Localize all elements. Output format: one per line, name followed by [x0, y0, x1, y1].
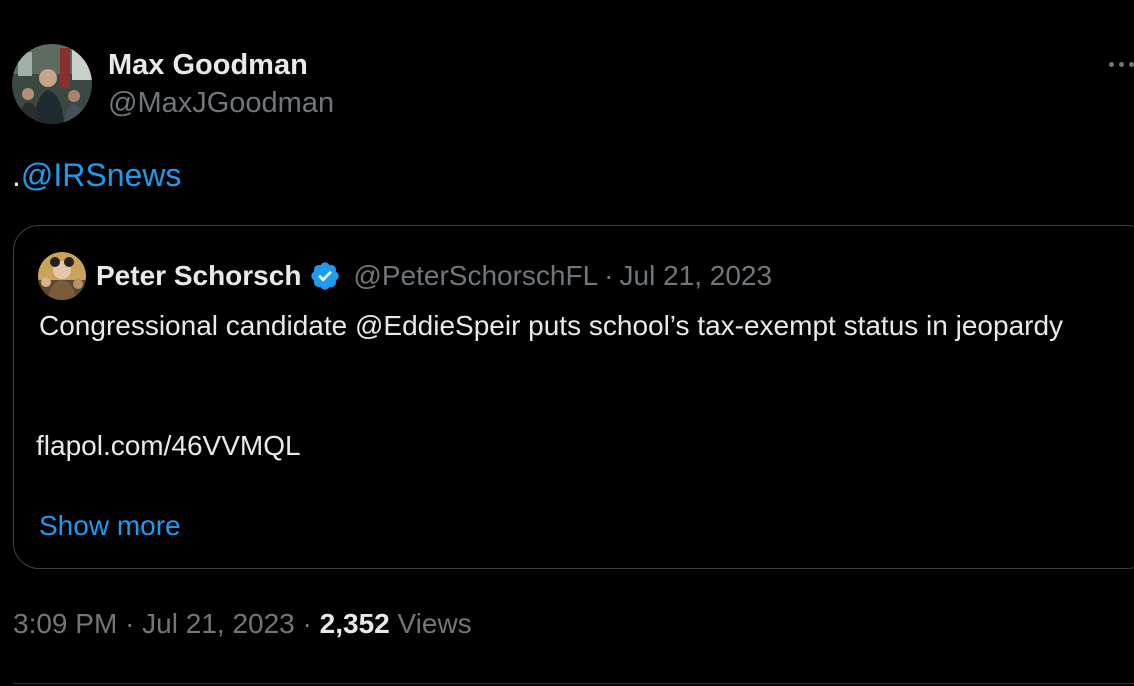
tweet-text-prefix: .: [12, 157, 21, 193]
tweet-detail: Max Goodman @MaxJGoodman .@IRSnews Peter…: [0, 0, 1134, 686]
author-display-name[interactable]: Max Goodman: [108, 46, 334, 84]
tweet-date[interactable]: Jul 21, 2023: [142, 608, 295, 639]
meta-separator: ·: [125, 608, 135, 639]
more-dot: [1119, 61, 1124, 67]
meta-separator: ·: [302, 608, 312, 639]
quoted-author-handle[interactable]: @PeterSchorschFL: [353, 260, 598, 292]
divider: [13, 683, 1134, 684]
quoted-tweet-card[interactable]: Peter Schorsch @PeterSchorschFL · Jul 21…: [13, 225, 1134, 569]
views-count: 2,352: [319, 608, 390, 639]
show-more-link[interactable]: Show more: [39, 506, 181, 546]
more-dots-icon[interactable]: [1104, 52, 1134, 76]
mention-link[interactable]: @IRSnews: [21, 157, 182, 193]
views-label: Views: [397, 608, 472, 639]
tweet-meta-row: 3:09 PM · Jul 21, 2023 · 2,352 Views: [13, 604, 472, 644]
more-dot: [1109, 61, 1114, 67]
author-names: Max Goodman @MaxJGoodman: [108, 46, 334, 122]
author-handle[interactable]: @MaxJGoodman: [108, 84, 334, 122]
quoted-tweet-header: Peter Schorsch @PeterSchorschFL · Jul 21…: [38, 252, 772, 300]
quoted-header-separator: ·: [604, 260, 614, 291]
verified-badge-icon: [311, 262, 340, 290]
quoted-tweet-body: Congressional candidate @EddieSpeir puts…: [39, 310, 1064, 341]
quoted-author-avatar[interactable]: [38, 252, 86, 300]
more-dot: [1129, 61, 1134, 67]
quoted-tweet-link[interactable]: flapol.com/46VVMQL: [36, 426, 301, 466]
tweet-time[interactable]: 3:09 PM: [13, 608, 117, 639]
tweet-author-row: Max Goodman @MaxJGoodman: [12, 44, 334, 124]
tweet-text: .@IRSnews: [12, 154, 181, 196]
author-avatar[interactable]: [12, 44, 92, 124]
quoted-tweet-date[interactable]: Jul 21, 2023: [620, 260, 773, 292]
quoted-author-display-name[interactable]: Peter Schorsch: [96, 260, 301, 292]
